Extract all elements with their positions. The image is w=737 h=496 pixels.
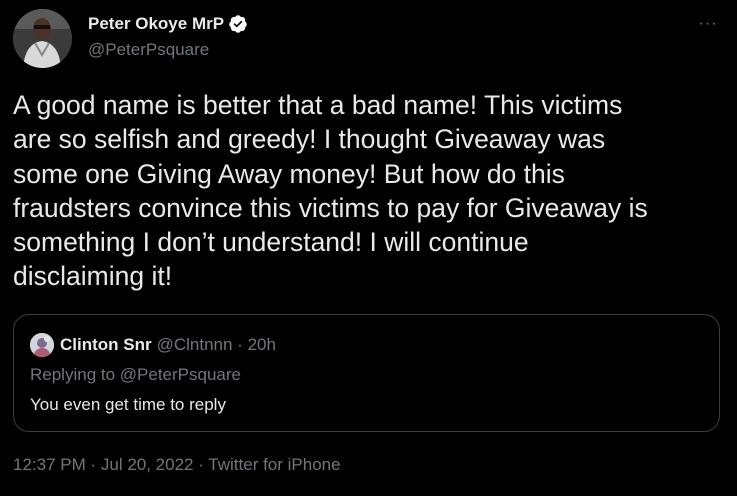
quoted-tweet-header: Clinton Snr @Clntnnn · 20h xyxy=(30,333,276,357)
author-block: Peter Okoye MrP @PeterPsquare xyxy=(88,12,248,60)
quoted-author-meta: @Clntnnn · 20h xyxy=(156,335,276,354)
tweet-text: A good name is better that a bad name! T… xyxy=(13,90,648,292)
author-handle[interactable]: @PeterPsquare xyxy=(88,40,248,60)
verified-badge-icon xyxy=(228,14,248,34)
avatar-image xyxy=(13,9,72,68)
quoted-author-avatar xyxy=(30,333,54,357)
more-options-icon[interactable]: ··· xyxy=(690,10,726,38)
author-avatar[interactable] xyxy=(13,9,72,68)
quoted-tweet[interactable]: Clinton Snr @Clntnnn · 20h Replying to @… xyxy=(13,314,720,432)
tweet-timestamp[interactable]: 12:37 PM · Jul 20, 2022 · Twitter for iP… xyxy=(13,455,341,475)
author-name-row: Peter Okoye MrP xyxy=(88,12,248,36)
quoted-tweet-text: You even get time to reply xyxy=(30,395,226,414)
quoted-replying-to: Replying to @PeterPsquare xyxy=(30,365,241,384)
author-name[interactable]: Peter Okoye MrP xyxy=(88,14,224,34)
quoted-author-name: Clinton Snr xyxy=(60,335,152,354)
